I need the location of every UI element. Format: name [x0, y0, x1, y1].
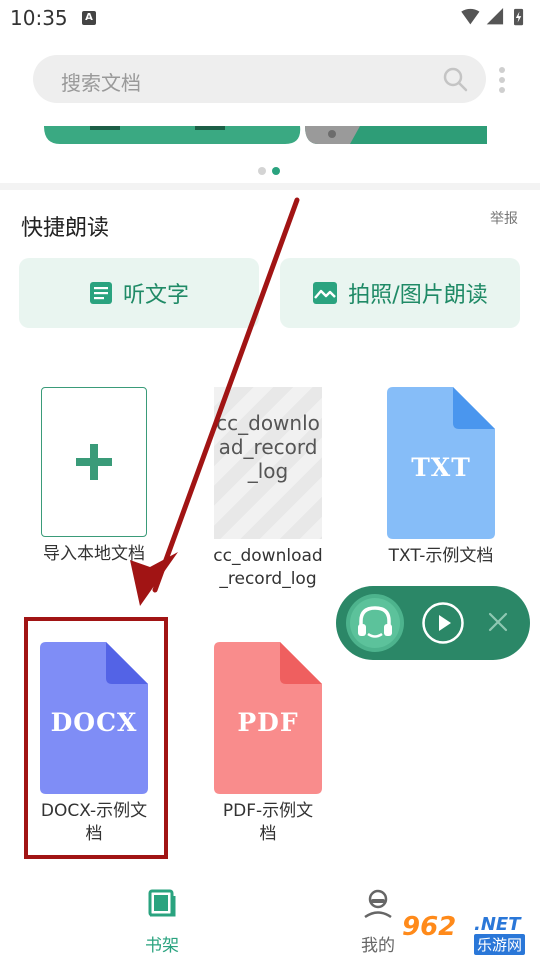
banner-pagination — [258, 160, 286, 179]
book-item-txt[interactable]: TXT TXT-示例文档 — [361, 387, 521, 568]
listen-text-button[interactable]: 听文字 — [19, 258, 259, 328]
listen-text-label: 听文字 — [122, 283, 189, 308]
more-menu-icon[interactable] — [497, 67, 507, 99]
bookshelf-icon — [148, 889, 176, 917]
book-title: 导入本地文档 — [43, 544, 145, 564]
plus-icon — [76, 444, 112, 480]
txt-file-cover[interactable]: TXT — [387, 387, 495, 539]
book-title: cc_download _record_log — [213, 546, 323, 589]
banner-image[interactable] — [0, 126, 540, 146]
floating-player[interactable] — [336, 586, 530, 660]
annotation-highlight-box — [24, 617, 168, 859]
book-title: PDF-示例文 档 — [222, 801, 314, 844]
status-bar: 10:35 A — [0, 0, 540, 36]
book-item-cc-download[interactable]: cc_download_record_log cc_download _reco… — [188, 387, 348, 591]
pagination-dot-active[interactable] — [272, 167, 280, 175]
notification-icon: A — [82, 11, 96, 25]
pdf-file-cover[interactable]: PDF — [214, 642, 322, 794]
section-divider — [0, 183, 540, 190]
document-lines-icon — [89, 282, 112, 304]
section-title: 快捷朗读 — [21, 216, 110, 241]
book-cover-thumbnail[interactable]: cc_download_record_log — [214, 387, 322, 539]
book-item-pdf[interactable]: PDF PDF-示例文 档 — [188, 642, 348, 846]
close-icon[interactable] — [486, 610, 510, 634]
image-icon — [313, 282, 338, 304]
import-cover[interactable] — [41, 387, 147, 537]
search-bar[interactable]: 搜索文档 — [33, 55, 486, 103]
signal-icon — [486, 8, 504, 25]
book-title: TXT-示例文档 — [388, 546, 494, 566]
watermark-logo: 962 .NET 乐游网 — [400, 912, 540, 958]
import-local-doc[interactable]: 导入本地文档 — [14, 387, 174, 566]
status-time: 10:35 — [10, 6, 68, 30]
search-placeholder: 搜索文档 — [61, 71, 141, 95]
headphones-icon — [350, 598, 400, 648]
profile-icon — [364, 889, 392, 919]
report-link[interactable]: 举报 — [490, 208, 518, 228]
photo-read-button[interactable]: 拍照/图片朗读 — [280, 258, 520, 328]
play-icon[interactable] — [421, 601, 465, 645]
photo-read-label: 拍照/图片朗读 — [348, 283, 488, 308]
status-icons — [461, 8, 524, 26]
pagination-dot[interactable] — [258, 167, 266, 175]
search-icon[interactable] — [442, 66, 468, 92]
file-type-label: TXT — [411, 453, 471, 482]
tab-label: 书架 — [145, 936, 179, 956]
file-type-label: PDF — [237, 708, 299, 737]
wifi-icon — [461, 8, 480, 25]
player-avatar[interactable] — [346, 594, 404, 652]
tab-bookshelf[interactable]: 书架 — [122, 888, 202, 956]
